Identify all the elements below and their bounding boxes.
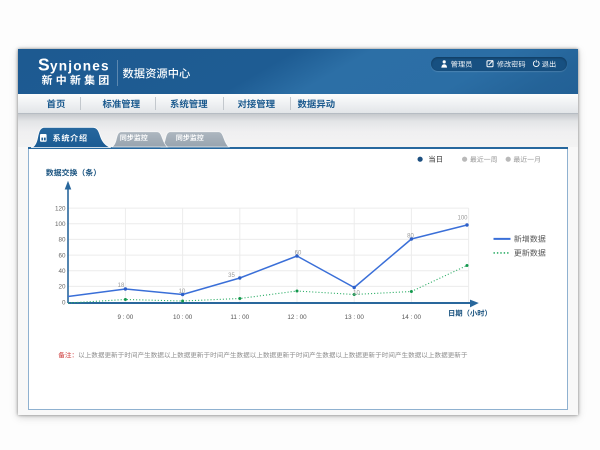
svg-text:35: 35	[228, 273, 235, 279]
svg-text:18: 18	[118, 283, 125, 289]
svg-text:40: 40	[58, 268, 66, 275]
svg-text:12 : 00: 12 : 00	[287, 314, 307, 321]
svg-text:13 : 00: 13 : 00	[345, 314, 365, 321]
svg-text:ynjones: ynjones	[50, 59, 110, 74]
svg-text:14 : 00: 14 : 00	[402, 314, 422, 321]
svg-text:10 : 00: 10 : 00	[173, 314, 193, 321]
svg-text:120: 120	[55, 205, 66, 212]
svg-text:20: 20	[58, 284, 66, 291]
svg-text:9 : 00: 9 : 00	[118, 314, 134, 321]
svg-text:S: S	[38, 55, 50, 75]
svg-text:100: 100	[457, 215, 468, 221]
svg-text:80: 80	[407, 234, 414, 240]
svg-text:11 : 00: 11 : 00	[230, 314, 249, 321]
svg-text:10: 10	[353, 291, 360, 297]
svg-text:10: 10	[179, 289, 186, 295]
svg-text:80: 80	[58, 237, 66, 244]
svg-text:100: 100	[55, 221, 66, 228]
svg-text:0: 0	[62, 299, 66, 306]
svg-text:60: 60	[295, 250, 302, 256]
svg-text:60: 60	[58, 252, 66, 259]
